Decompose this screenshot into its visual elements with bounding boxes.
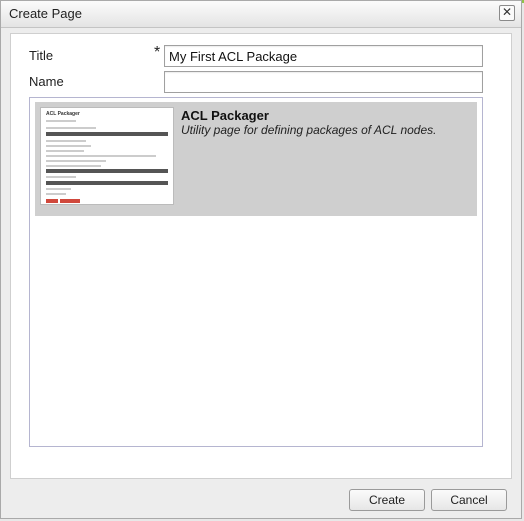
thumbnail-bar (46, 132, 168, 136)
thumbnail-line (46, 150, 84, 152)
thumbnail-line (46, 120, 76, 122)
thumbnail-button (46, 199, 58, 203)
thumbnail-button (60, 199, 80, 203)
template-thumbnail: ACL Packager (40, 107, 174, 205)
template-description: Utility page for defining packages of AC… (181, 123, 437, 137)
name-label: Name (29, 74, 64, 89)
thumbnail-line (46, 160, 106, 162)
thumbnail-line (46, 193, 66, 195)
thumbnail-bar (46, 169, 168, 173)
cancel-button[interactable]: Cancel (431, 489, 507, 511)
thumbnail-line (46, 140, 86, 142)
thumbnail-line (46, 165, 101, 167)
create-page-dialog: Create Page ✕ Title * Name ACL Packager (0, 0, 522, 519)
template-item-acl-packager[interactable]: ACL Packager ACL Packager Utility page f… (35, 102, 477, 216)
template-list: ACL Packager ACL Packager Utility page f… (29, 97, 483, 447)
close-icon[interactable]: ✕ (499, 5, 515, 21)
thumbnail-line (46, 127, 96, 129)
thumbnail-line (46, 188, 71, 190)
dialog-body: Title * Name ACL Packager (10, 33, 512, 479)
name-input[interactable] (164, 71, 483, 93)
required-marker: * (154, 44, 161, 61)
thumbnail-line (46, 176, 76, 178)
title-input[interactable] (164, 45, 483, 67)
thumbnail-line (46, 155, 156, 157)
thumbnail-line (46, 145, 91, 147)
thumbnail-title: ACL Packager (46, 111, 80, 117)
thumbnail-bar (46, 181, 168, 185)
title-label: Title (29, 48, 54, 63)
dialog-title: Create Page (9, 6, 82, 21)
template-name: ACL Packager (181, 108, 269, 123)
create-button[interactable]: Create (349, 489, 425, 511)
dialog-titlebar[interactable]: Create Page ✕ (1, 1, 521, 28)
